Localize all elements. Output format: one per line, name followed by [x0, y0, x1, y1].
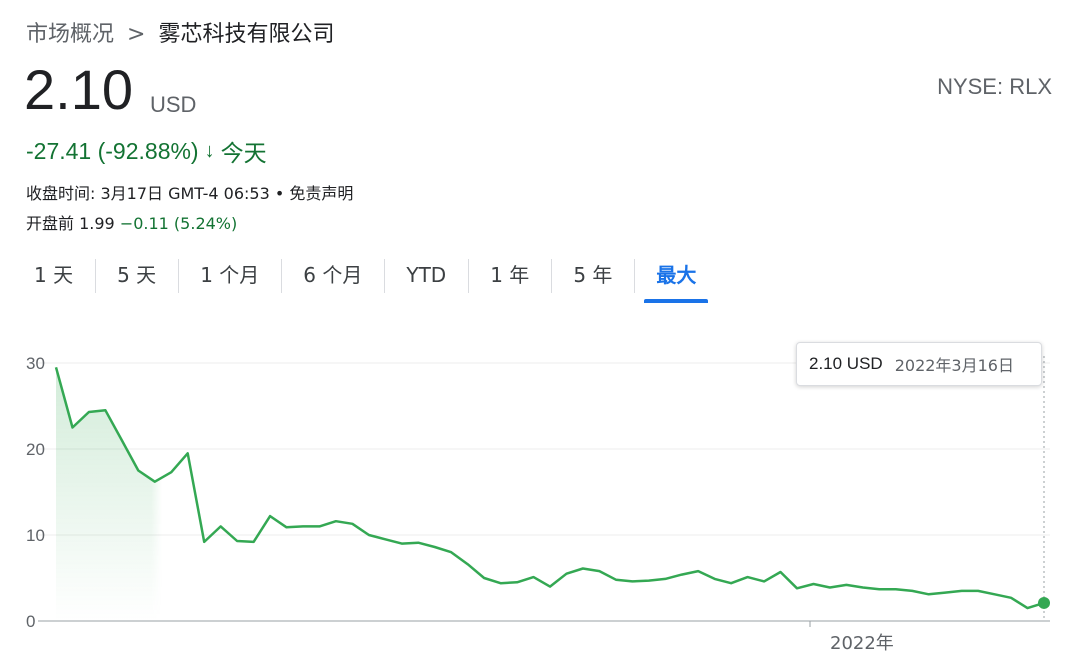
- arrow-down-icon: ↓: [204, 139, 215, 162]
- y-tick-label: 0: [26, 612, 35, 631]
- tab-5-years[interactable]: 5 年: [551, 257, 634, 293]
- breadcrumb-separator: >: [127, 22, 146, 47]
- y-tick-label: 20: [26, 440, 45, 459]
- premarket-change: −0.11 (5.24%): [119, 214, 238, 233]
- tab-max[interactable]: 最大: [634, 257, 718, 303]
- close-time: 收盘时间: 3月17日 GMT-4 06:53 • 免责声明: [26, 184, 354, 203]
- tab-1-month[interactable]: 1 个月: [178, 257, 281, 293]
- breadcrumb: 市场概况 > 雾芯科技有限公司: [26, 16, 334, 48]
- price-change-value: -27.41 (-92.88%): [26, 137, 199, 164]
- chart-tooltip: 2.10 USD 2022年3月16日: [796, 342, 1042, 386]
- tab-1-day[interactable]: 1 天: [12, 257, 95, 293]
- tooltip-price: 2.10 USD: [809, 354, 883, 373]
- tab-6-months[interactable]: 6 个月: [281, 257, 384, 293]
- price-change: -27.41 (-92.88%) ↓ 今天: [26, 134, 267, 168]
- x-tick-label: 2022年: [830, 633, 894, 654]
- tab-1-year[interactable]: 1 年: [468, 257, 551, 293]
- price-change-period: 今天: [220, 140, 267, 166]
- range-tabs: 1 天 5 天 1 个月 6 个月 YTD 1 年 5 年 最大: [12, 252, 718, 303]
- price-currency: USD: [150, 92, 197, 117]
- breadcrumb-market-summary[interactable]: 市场概况: [26, 22, 114, 47]
- tab-ytd[interactable]: YTD: [384, 257, 468, 293]
- premarket-info: 开盘前 1.99 −0.11 (5.24%): [26, 210, 237, 234]
- current-price-point: [1038, 596, 1050, 609]
- tab-5-days[interactable]: 5 天: [95, 257, 178, 293]
- premarket-price: 开盘前 1.99: [26, 214, 115, 233]
- tooltip-date: 2022年3月16日: [894, 356, 1014, 375]
- stock-price: 2.10: [24, 58, 133, 121]
- y-tick-label: 10: [26, 526, 45, 545]
- price-area: [56, 367, 1044, 621]
- company-name: 雾芯科技有限公司: [158, 22, 335, 47]
- y-tick-label: 30: [26, 354, 45, 373]
- exchange-ticker: NYSE: RLX: [937, 74, 1052, 99]
